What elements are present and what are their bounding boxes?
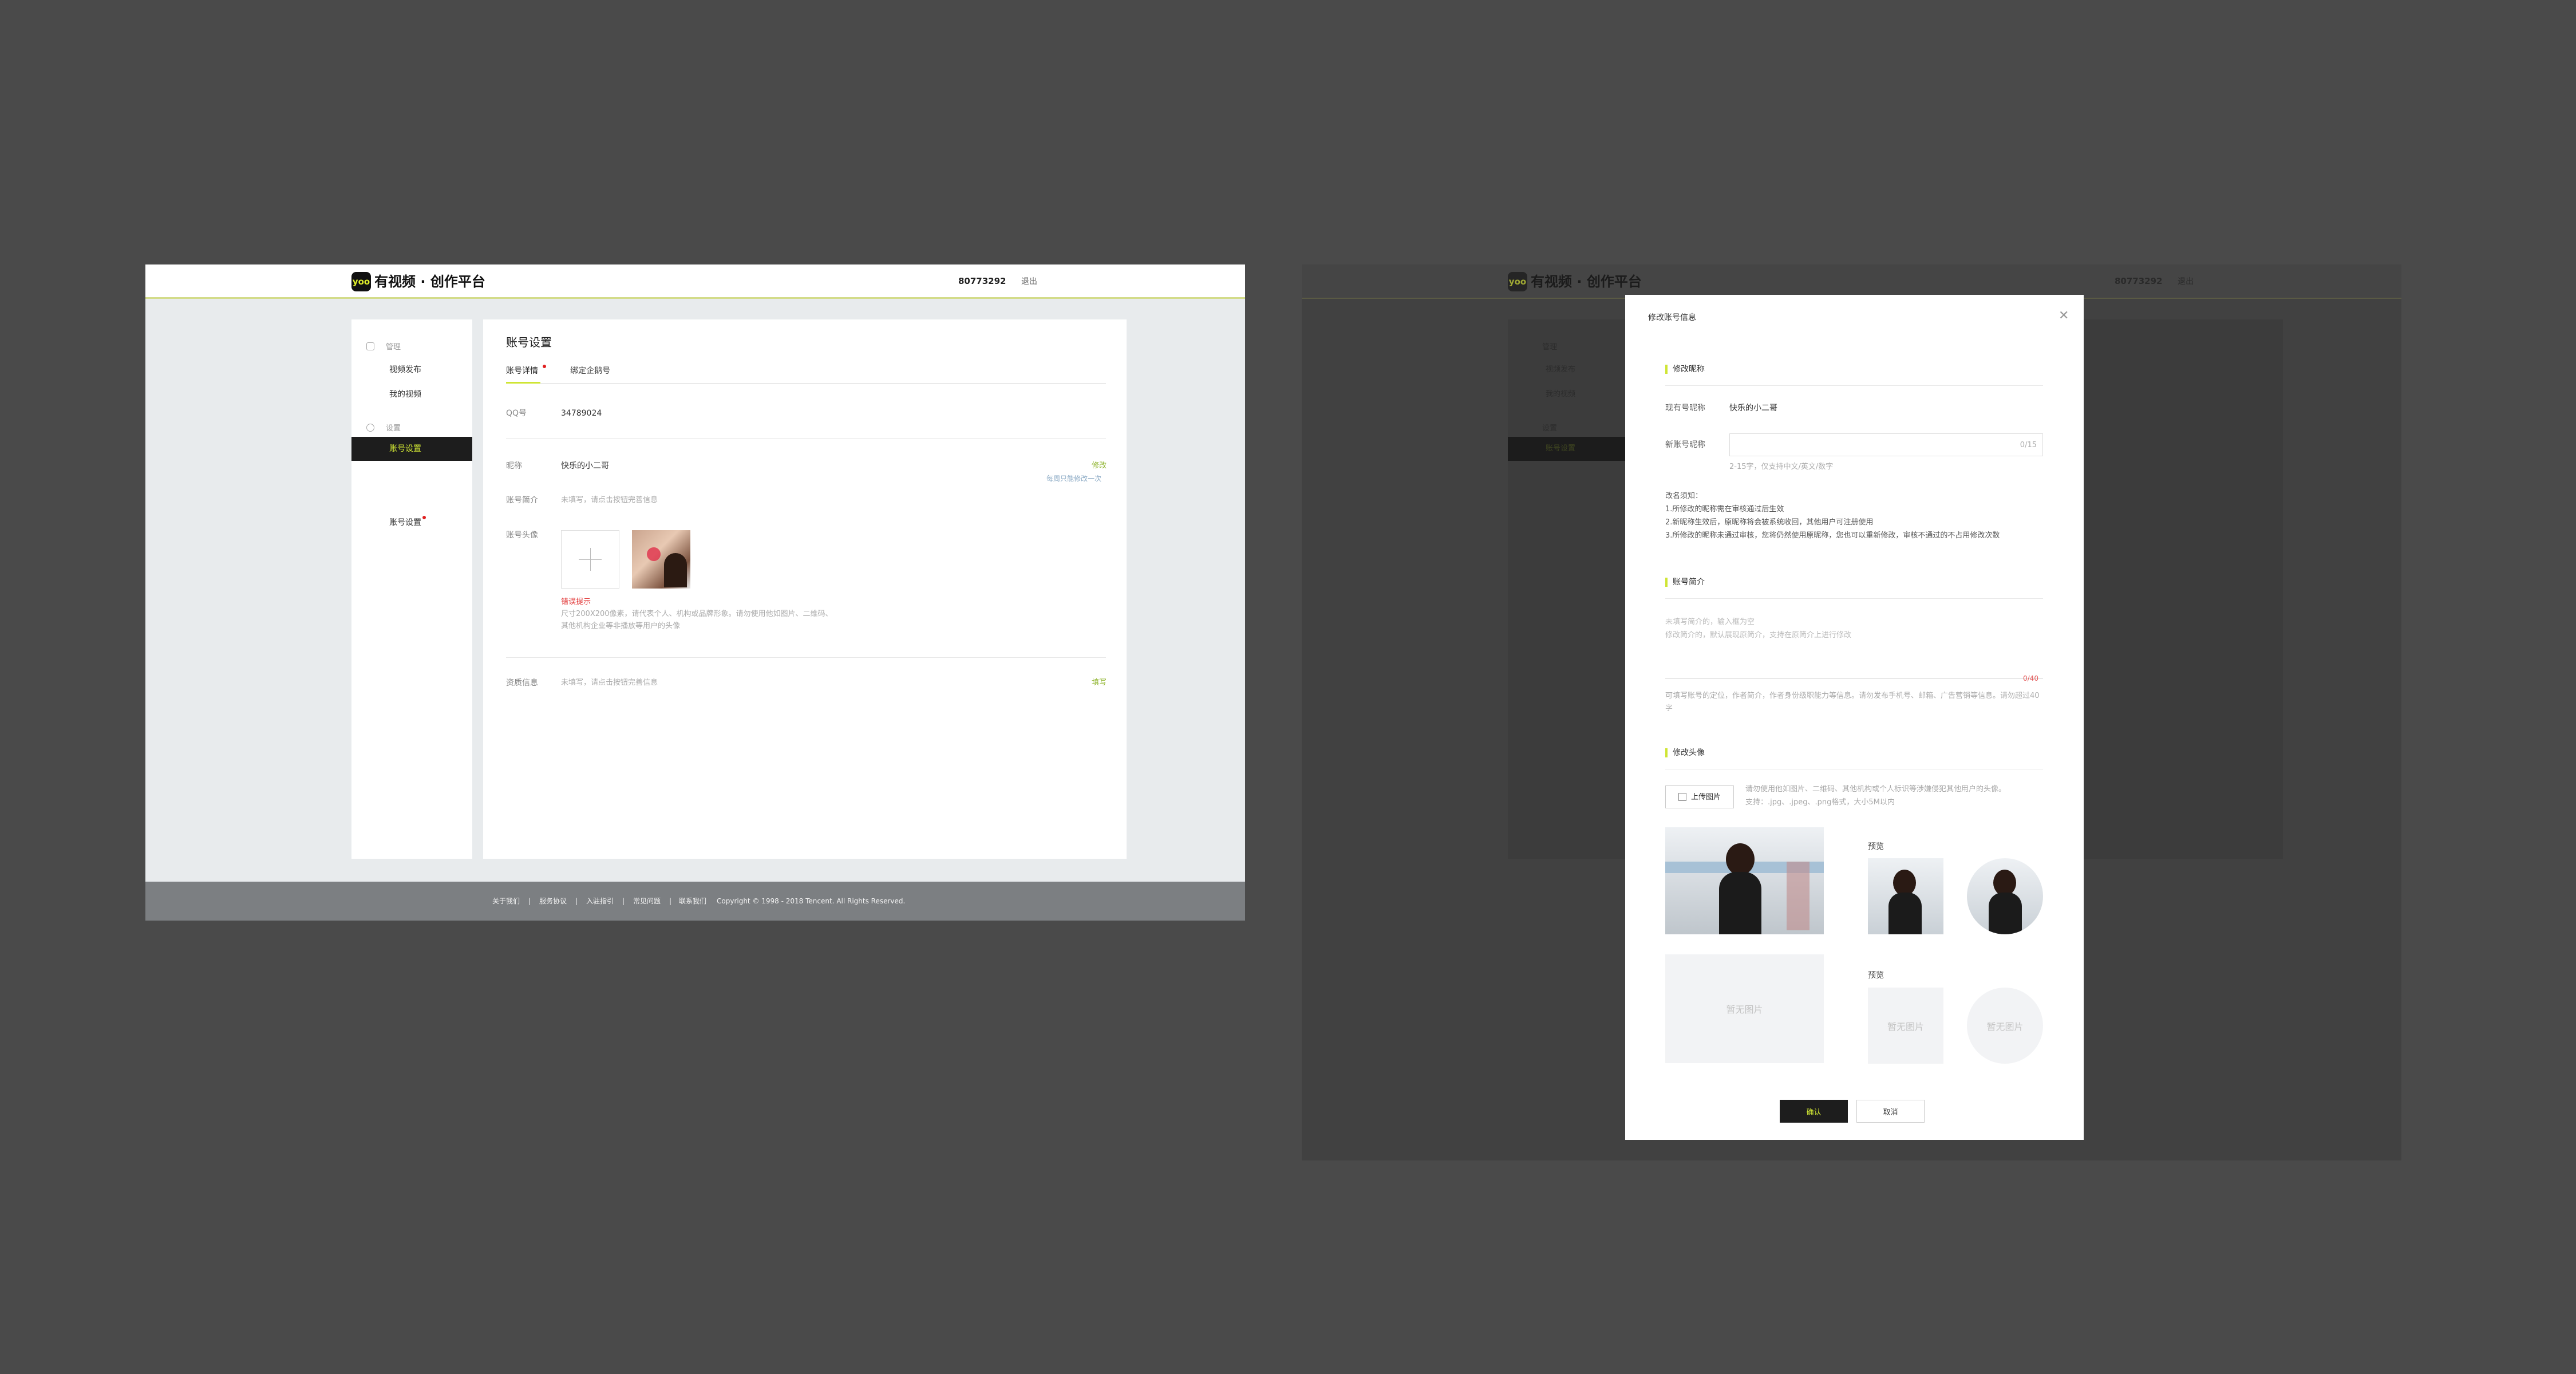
intro-textarea[interactable]: 未填写简介的，输入框为空 修改简介的，默认展现原简介，支持在原简介上进行修改 (1665, 607, 2043, 679)
notification-dot (422, 516, 426, 519)
upload-hint-2: 支持：.jpg、.jpeg、.png格式，大小5M以内 (1745, 798, 1895, 807)
new-nickname-label: 新账号昵称 (1665, 440, 1705, 449)
avatar-error: 错误提示 (561, 598, 591, 606)
divider (506, 657, 1106, 658)
modal-title: 修改账号信息 (1648, 313, 1696, 322)
qq-value: 34789024 (561, 409, 602, 418)
intro-placeholder: 未填写，请点击按钮完善信息 (561, 496, 658, 504)
footer-link[interactable]: 联系我们 (679, 898, 706, 905)
divider (506, 438, 1106, 439)
avatar-hint-2: 其他机构企业等非播放等用户的头像 (561, 622, 681, 630)
sidebar-section-manage: 管理 (386, 343, 401, 352)
dim-brand: 有视频 · 创作平台 (1531, 274, 1642, 290)
sidebar-item-my-videos[interactable]: 我的视频 (389, 390, 421, 398)
avatar-label: 账号头像 (506, 531, 538, 540)
upload-image-button[interactable]: 上传图片 (1665, 785, 1734, 808)
section-nickname-title: 修改昵称 (1673, 365, 1705, 374)
avatar-upload-button[interactable] (561, 530, 619, 589)
nickname-counter: 0/15 (2020, 441, 2037, 449)
sidebar-section-settings: 设置 (386, 424, 401, 433)
preview-square-placeholder: 暂无图片 (1868, 988, 1943, 1064)
logo-icon[interactable]: yoo (351, 272, 371, 291)
dim-logout: 退出 (2178, 277, 2194, 286)
copyright: Copyright © 1998 - 2018 Tencent. All Rig… (717, 897, 906, 905)
intro-help: 可填写账号的定位，作者简介，作者身份级职能力等信息。请勿发布手机号、邮箱、广告营… (1665, 692, 2040, 713)
dim-header (1302, 264, 2401, 299)
sidebar: 管理 视频发布 我的视频 设置 账号设置 账号设置 (351, 319, 472, 859)
settings-icon (366, 424, 374, 432)
crop-image[interactable] (1665, 827, 1824, 934)
dim-side-item: 管理 (1542, 343, 1558, 352)
footer-link[interactable]: 关于我们 (492, 898, 520, 905)
confirm-button[interactable]: 确认 (1780, 1100, 1848, 1123)
manage-icon (366, 342, 374, 350)
qualification-placeholder: 未填写，请点击按钮完善信息 (561, 678, 658, 687)
tab-dot (543, 365, 546, 368)
preview-circle (1967, 858, 2043, 934)
logout-link[interactable]: 退出 (1021, 278, 1037, 286)
rule-item: 2.新昵称生效后，原昵称将会被系统收回，其他用户可注册使用 (1665, 518, 1874, 527)
qualification-label: 资质信息 (506, 678, 538, 688)
preview-circle-placeholder: 暂无图片 (1967, 988, 2043, 1064)
nickname-limit-note: 每周只能修改一次 (1046, 475, 1102, 483)
tab-underline (506, 382, 540, 384)
dim-side-item: 设置 (1542, 424, 1558, 433)
new-nickname-input[interactable]: 0/15 (1729, 433, 2043, 456)
upload-icon (1678, 793, 1686, 801)
intro-label: 账号简介 (506, 496, 538, 505)
nickname-label: 昵称 (506, 461, 522, 471)
intro-placeholder-2: 修改简介的，默认展现原简介，支持在原简介上进行修改 (1665, 631, 1852, 639)
upload-hint-1: 请勿使用他如图片、二维码、其他机构或个人标识等涉嫌侵犯其他用户的头像。 (1745, 785, 2006, 793)
crop-placeholder[interactable]: 暂无图片 (1665, 954, 1824, 1063)
edit-account-modal: 修改账号信息 ✕ 修改昵称 现有号昵称 快乐的小二哥 新账号昵称 0/15 2-… (1625, 295, 2084, 1140)
qq-label: QQ号 (506, 409, 527, 418)
dim-side-item: 视频发布 (1546, 365, 1576, 374)
rule-item: 3.所修改的昵称未通过审核，您将仍然使用原昵称，您也可以重新修改，审核不通过的不… (1665, 531, 2000, 540)
qualification-edit-link[interactable]: 填写 (1092, 679, 1107, 686)
nickname-value: 快乐的小二哥 (561, 461, 609, 471)
logo-icon: yoo (1508, 272, 1527, 291)
footer-link[interactable]: 服务协议 (539, 898, 567, 905)
dim-account-id: 80773292 (2115, 276, 2163, 286)
tab-account-details[interactable]: 账号详情 (506, 367, 538, 375)
account-settings-page: yoo 有视频 · 创作平台 80773292 退出 管理 视频发布 我的视频 … (145, 264, 1245, 921)
dim-side-item: 我的视频 (1546, 390, 1576, 398)
avatar-image[interactable] (632, 530, 690, 589)
sidebar-item-account-settings[interactable]: 账号设置 (351, 437, 472, 461)
section-marker (1665, 748, 1668, 757)
footer-link[interactable]: 入驻指引 (586, 898, 614, 905)
page-title: 账号设置 (506, 335, 552, 349)
dim-side-item: 账号设置 (1546, 444, 1576, 453)
current-nickname-value: 快乐的小二哥 (1729, 404, 1777, 413)
section-marker (1665, 365, 1668, 374)
preview-label: 预览 (1868, 842, 1884, 851)
current-nickname-label: 现有号昵称 (1665, 404, 1705, 413)
sidebar-item-publish[interactable]: 视频发布 (389, 366, 421, 374)
avatar-hint-1: 尺寸200X200像素，请代表个人、机构或品牌形象。请勿使用他如图片、二维码、 (561, 610, 833, 618)
tab-divider (506, 383, 1106, 384)
main-content: 账号设置 账号详情 绑定企鹅号 QQ号 34789024 昵称 快乐的小二哥 修… (483, 319, 1127, 859)
rule-item: 1.所修改的昵称需在审核通过后生效 (1665, 505, 1784, 514)
sidebar-item-label: 账号设置 (389, 444, 421, 453)
tab-bind-penguin[interactable]: 绑定企鹅号 (570, 367, 610, 375)
nickname-edit-link[interactable]: 修改 (1092, 462, 1107, 469)
account-id: 80773292 (958, 276, 1006, 286)
cancel-button[interactable]: 取消 (1856, 1100, 1925, 1123)
intro-counter: 0/40 (2023, 674, 2038, 682)
preview-square (1868, 858, 1943, 934)
preview-label: 预览 (1868, 971, 1884, 980)
intro-placeholder-1: 未填写简介的，输入框为空 (1665, 618, 1755, 626)
brand-title: 有视频 · 创作平台 (374, 274, 485, 290)
footer-link[interactable]: 常见问题 (633, 898, 661, 905)
close-icon[interactable]: ✕ (2059, 310, 2069, 322)
section-marker (1665, 578, 1668, 587)
sidebar-item-account-settings-2[interactable]: 账号设置 (389, 519, 421, 527)
footer: 关于我们 | 服务协议 | 入驻指引 | 常见问题 | 联系我们 Copyrig… (145, 882, 1245, 921)
top-header: yoo 有视频 · 创作平台 80773292 退出 (145, 264, 1245, 299)
rules-title: 改名须知： (1665, 492, 1703, 500)
section-intro-title: 账号简介 (1673, 578, 1705, 587)
section-avatar-title: 修改头像 (1673, 748, 1705, 757)
nickname-hint: 2-15字，仅支持中文/英文/数字 (1729, 463, 1834, 471)
